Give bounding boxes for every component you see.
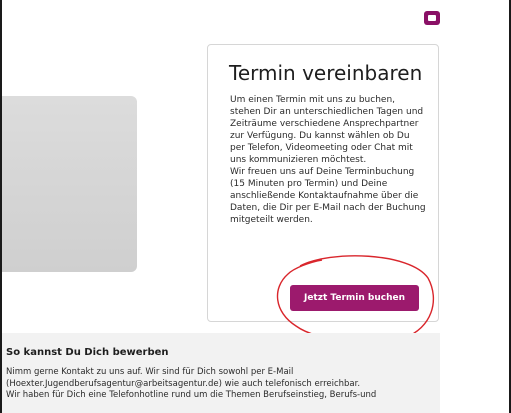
booking-paragraph-2: Wir freuen uns auf Deine Terminbuchung (… [230, 167, 426, 225]
book-appointment-button[interactable]: Jetzt Termin buchen [290, 285, 419, 311]
booking-description: Um einen Termin mit uns zu buchen, stehe… [230, 94, 426, 226]
apply-line-2: (Hoexter.Jugendberufsagentur@arbeitsagen… [6, 378, 361, 389]
apply-heading: So kannst Du Dich bewerben [6, 347, 169, 358]
booking-title: Termin vereinbaren [229, 61, 423, 85]
apply-line-1: Nimm gerne Kontakt zu uns auf. Wir sind … [6, 367, 294, 377]
image-placeholder [2, 96, 137, 272]
apply-line-3: Wir haben für Dich eine Telefonhotline r… [6, 390, 377, 400]
booking-paragraph-1: Um einen Termin mit uns zu buchen, stehe… [230, 95, 424, 165]
youtube-icon[interactable] [424, 11, 440, 25]
apply-text: Nimm gerne Kontakt zu uns auf. Wir sind … [6, 367, 438, 402]
